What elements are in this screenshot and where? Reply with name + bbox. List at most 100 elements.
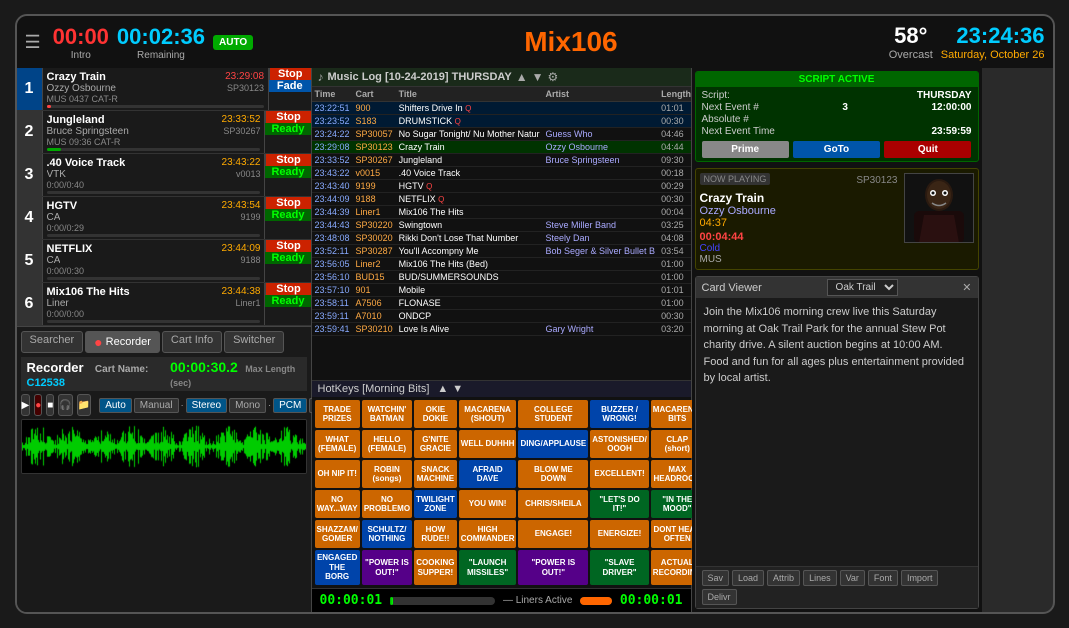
log-row[interactable]: 23:59:41SP30210Love Is AliveGary Wright0… <box>312 323 691 336</box>
cv-btn-0[interactable]: Sav <box>702 570 730 586</box>
hotkeys-up-icon[interactable]: ▲ <box>437 383 448 395</box>
player-stop-btn-3[interactable]: Stop <box>265 154 310 166</box>
tab-cart-info[interactable]: Cart Info <box>162 331 222 353</box>
hotkey-btn-14[interactable]: OH NIP IT! <box>315 460 360 488</box>
hotkey-btn-33[interactable]: ENERGIZE! <box>590 520 649 548</box>
log-row[interactable]: 23:23:52S183DRUMSTICK Q00:30CA <box>312 115 691 128</box>
player-stop-btn-4[interactable]: Stop <box>265 197 310 209</box>
player-stop-btn-2[interactable]: Stop <box>265 111 310 123</box>
hotkey-btn-23[interactable]: TWILIGHT ZONE <box>414 490 457 518</box>
hotkey-btn-12[interactable]: ASTONISHED/ OOOH <box>590 430 649 458</box>
hotkey-btn-7[interactable]: WHAT (FEMALE) <box>315 430 360 458</box>
hotkey-btn-40[interactable]: "SLAVE DRIVER" <box>590 550 649 585</box>
hotkey-btn-36[interactable]: "POWER IS OUT!" <box>362 550 412 585</box>
cv-btn-7[interactable]: Delivr <box>702 589 737 605</box>
hotkey-btn-24[interactable]: YOU WIN! <box>459 490 517 518</box>
goto-button[interactable]: GoTo <box>793 141 880 158</box>
player-stop-btn-6[interactable]: Stop <box>265 283 310 295</box>
hotkey-btn-11[interactable]: DING/APPLAUSE <box>518 430 588 458</box>
log-row[interactable]: 23:33:52SP30267JunglelandBruce Springste… <box>312 154 691 167</box>
player-stop-btn-1[interactable]: Stop <box>269 68 310 80</box>
card-viewer-select[interactable]: Oak Trail <box>827 279 898 296</box>
player-stop-btn-5[interactable]: Stop <box>265 240 310 252</box>
hotkey-btn-17[interactable]: AFRAID DAVE <box>459 460 517 488</box>
rec-folder-btn[interactable]: 📁 <box>77 394 91 416</box>
log-row[interactable]: 23:43:22v0015.40 Voice Track00:18VTK <box>312 167 691 180</box>
hotkey-btn-2[interactable]: OKIE DOKIE <box>414 400 457 428</box>
tab-searcher[interactable]: Searcher <box>21 331 84 353</box>
player-ready-btn-2[interactable]: Ready <box>265 123 310 135</box>
mode-mono[interactable]: Mono <box>229 398 266 413</box>
hotkey-btn-38[interactable]: "LAUNCH MISSILES" <box>459 550 517 585</box>
up-arrow-icon[interactable]: ▲ <box>516 70 528 84</box>
hotkey-btn-29[interactable]: SCHULTZ/ NOTHING <box>362 520 412 548</box>
quit-button[interactable]: Quit <box>884 141 971 158</box>
cv-btn-3[interactable]: Lines <box>803 570 837 586</box>
hotkey-btn-32[interactable]: ENGAGE! <box>518 520 588 548</box>
hotkey-btn-16[interactable]: SNACK MACHINE <box>414 460 457 488</box>
down-arrow-icon[interactable]: ▼ <box>532 70 544 84</box>
hotkey-btn-18[interactable]: BLOW ME DOWN <box>518 460 588 488</box>
timeline-track[interactable] <box>390 597 495 605</box>
tab-recorder[interactable]: ● Recorder <box>85 331 160 353</box>
hotkey-btn-19[interactable]: EXCELLENT! <box>590 460 649 488</box>
log-row[interactable]: 23:44:099188NETFLIX Q00:30CA <box>312 193 691 206</box>
log-row[interactable]: 23:29:08SP30123Crazy TrainOzzy Osbourne0… <box>312 141 691 154</box>
hotkey-btn-30[interactable]: HOW RUDE!! <box>414 520 457 548</box>
hotkey-btn-35[interactable]: ENGAGED THE BORG <box>315 550 360 585</box>
hamburger-icon[interactable]: ☰ <box>25 32 41 53</box>
player-fade-btn-1[interactable]: Fade <box>269 80 310 92</box>
hotkey-btn-22[interactable]: NO PROBLEMO <box>362 490 412 518</box>
log-row[interactable]: 23:48:08SP30020Rikki Don't Lose That Num… <box>312 232 691 245</box>
mode-manual[interactable]: Manual <box>134 398 179 413</box>
mode-pcm[interactable]: PCM <box>273 398 307 413</box>
log-row[interactable]: 23:56:10BUD15BUD/SUMMERSOUNDS01:00C2/AGY <box>312 271 691 284</box>
log-row[interactable]: 23:58:11A7506FLONASE01:00CA <box>312 297 691 310</box>
cv-btn-6[interactable]: Import <box>901 570 939 586</box>
log-row[interactable]: 23:57:10901Mobile01:01CA <box>312 284 691 297</box>
hotkey-btn-1[interactable]: WATCHIN' BATMAN <box>362 400 412 428</box>
cv-btn-2[interactable]: Attrib <box>767 570 800 586</box>
auto-badge[interactable]: AUTO <box>213 35 253 50</box>
hotkey-btn-10[interactable]: WELL DUHHH <box>459 430 517 458</box>
log-row[interactable]: 23:24:22SP30057No Sugar Tonight/ Nu Moth… <box>312 128 691 141</box>
cv-btn-5[interactable]: Font <box>868 570 898 586</box>
hotkey-btn-3[interactable]: MACARENA (SHOUT) <box>459 400 517 428</box>
log-row[interactable]: 23:44:39Liner1Mix106 The Hits00:04CLC <box>312 206 691 219</box>
rec-play-btn[interactable]: ▶ <box>21 394 31 416</box>
rec-record-btn[interactable]: ● <box>34 394 42 416</box>
log-row[interactable]: 23:44:43SP30220SwingtownSteve Miller Ban… <box>312 219 691 232</box>
log-row[interactable]: 23:52:11SP30287You'll Accompny MeBob Seg… <box>312 245 691 258</box>
timeline-track2[interactable] <box>580 597 611 605</box>
hotkeys-down-icon[interactable]: ▼ <box>452 383 463 395</box>
log-row[interactable]: 23:43:409199HGTV Q00:29CA <box>312 180 691 193</box>
hotkey-btn-26[interactable]: "LET'S DO IT!" <box>590 490 649 518</box>
hotkey-btn-4[interactable]: COLLEGE STUDENT <box>518 400 588 428</box>
rec-stop-btn[interactable]: ■ <box>46 394 54 416</box>
log-row[interactable]: 23:59:11A7010ONDCP00:30CCA <box>312 310 691 323</box>
prime-button[interactable]: Prime <box>702 141 789 158</box>
mode-auto[interactable]: Auto <box>99 398 132 413</box>
hotkey-btn-9[interactable]: G'NITE GRACIE <box>414 430 457 458</box>
hotkey-btn-31[interactable]: HIGH COMMANDER <box>459 520 517 548</box>
mode-stereo[interactable]: Stereo <box>186 398 227 413</box>
cv-btn-4[interactable]: Var <box>840 570 865 586</box>
hotkey-btn-0[interactable]: TRADE PRIZES <box>315 400 360 428</box>
log-row[interactable]: 23:56:05Liner2Mix106 The Hits (Bed)01:00… <box>312 258 691 271</box>
hotkey-btn-15[interactable]: ROBIN (songs) <box>362 460 412 488</box>
cv-btn-1[interactable]: Load <box>732 570 764 586</box>
hotkey-btn-5[interactable]: BUZZER / WRONG! <box>590 400 649 428</box>
settings-icon[interactable]: ⚙ <box>547 70 558 84</box>
hotkey-btn-37[interactable]: COOKING SUPPER! <box>414 550 457 585</box>
hotkey-btn-39[interactable]: "POWER IS OUT!" <box>518 550 588 585</box>
card-viewer-close-icon[interactable]: ✕ <box>962 281 971 294</box>
rec-headphone-btn[interactable]: 🎧 <box>58 394 72 416</box>
tab-switcher[interactable]: Switcher <box>224 331 284 353</box>
hotkey-btn-21[interactable]: NO WAY...WAY <box>315 490 360 518</box>
log-row[interactable]: 23:22:51900Shifters Drive In Q01:01CA <box>312 102 691 115</box>
hotkey-btn-25[interactable]: CHRIS/SHEILA <box>518 490 588 518</box>
player-ready-btn-4[interactable]: Ready <box>265 209 310 221</box>
hotkey-btn-8[interactable]: HELLO (FEMALE) <box>362 430 412 458</box>
player-ready-btn-6[interactable]: Ready <box>265 295 310 307</box>
player-ready-btn-5[interactable]: Ready <box>265 252 310 264</box>
